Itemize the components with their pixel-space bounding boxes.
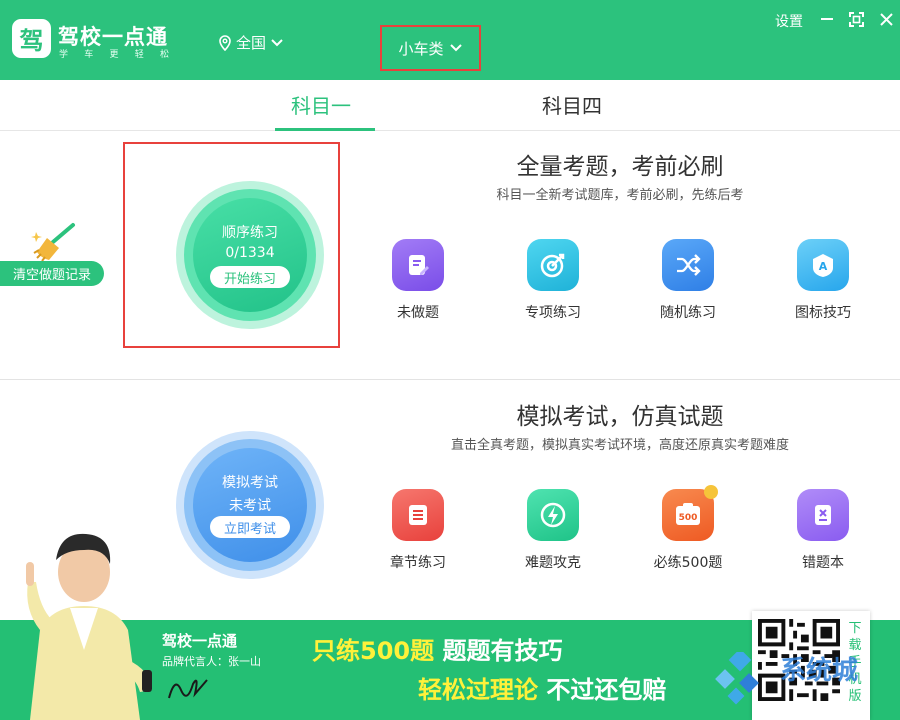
chevron-down-icon (271, 38, 283, 46)
feature-label: 错题本 (802, 555, 844, 571)
vehicle-type-label: 小车类 (398, 39, 444, 58)
feature-label: 专项练习 (525, 305, 581, 321)
location-pin-icon (219, 34, 231, 51)
feature-label: 难题攻克 (525, 555, 581, 571)
region-label: 全国 (236, 34, 267, 52)
chevron-down-icon (449, 44, 462, 52)
practice-progress: 0/1334 (225, 245, 275, 261)
close-button[interactable] (879, 12, 894, 27)
must-practice-500-button[interactable]: 500 必练500题 (643, 485, 733, 572)
section-divider (0, 379, 900, 380)
download-char: 下 (848, 621, 862, 636)
section-title: 模拟考试，仿真试题 (516, 404, 724, 430)
feature-label: 章节练习 (390, 555, 446, 571)
feature-label: 未做题 (397, 305, 439, 321)
subtitle-char: 车 (84, 50, 94, 60)
random-practice-button[interactable]: 随机练习 (643, 239, 733, 322)
feature-label: 图标技巧 (795, 305, 851, 321)
feature-label: 必练500题 (653, 555, 723, 571)
broom-icon (31, 223, 75, 262)
section-title: 全量考题，考前必刷 (516, 154, 724, 180)
subtitle-char: 学 (59, 50, 69, 60)
title-bar: 驾 驾校一点通 学 车 更 轻 松 全国 小车类 设置 (0, 0, 900, 80)
banner-brand: 驾校一点通 (162, 632, 238, 650)
vehicle-type-selector[interactable]: 小车类 (380, 25, 481, 71)
slogan-highlight: 只练500题 (312, 637, 435, 665)
svg-text:A: A (819, 260, 828, 273)
unanswered-button[interactable]: 未做题 (373, 239, 463, 322)
hard-questions-button[interactable]: 难题攻克 (508, 489, 598, 572)
spokesperson-image (26, 533, 152, 720)
banner-spokesperson: 品牌代言人：张一山 (162, 655, 261, 668)
bolt-icon (527, 489, 579, 541)
minimize-button[interactable] (821, 18, 833, 20)
edit-doc-icon (392, 239, 444, 291)
settings-button[interactable]: 设置 (775, 11, 803, 31)
list-icon (392, 489, 444, 541)
download-char: 版 (848, 689, 862, 704)
slogan-text: 题题有技巧 (442, 637, 563, 665)
start-exam-button[interactable]: 立即考试 (210, 516, 290, 538)
subtitle-char: 松 (159, 50, 169, 60)
sign-icon: A (797, 239, 849, 291)
subject-tabs: 科目一 科目四 (0, 80, 900, 131)
tab-subject-four[interactable]: 科目四 (542, 90, 602, 119)
watermark-logo-icon (715, 652, 759, 705)
sequential-practice-title: 顺序练习 (222, 225, 278, 241)
watermark-text: 系统城 (780, 656, 859, 686)
star-badge-icon (704, 485, 718, 499)
fullscreen-button[interactable] (849, 12, 864, 27)
tab-subject-one[interactable]: 科目一 (291, 90, 351, 119)
active-tab-indicator (275, 128, 375, 131)
target-icon (527, 239, 579, 291)
slogan-text: 不过还包赔 (546, 676, 667, 704)
feature-label: 随机练习 (660, 305, 716, 321)
svg-text:500: 500 (679, 513, 698, 523)
sign-tips-button[interactable]: A 图标技巧 (778, 239, 868, 322)
app-logo: 驾 (12, 19, 51, 58)
500-icon: 500 (662, 485, 718, 541)
wrong-book-icon (797, 489, 849, 541)
banner-slogan-2: 轻松过理论 不过还包赔 (418, 670, 666, 705)
special-practice-button[interactable]: 专项练习 (508, 239, 598, 322)
chapter-practice-button[interactable]: 章节练习 (373, 489, 463, 572)
section-subtitle: 直击全真考题，模拟真实考试环境，高度还原真实考题难度 (450, 438, 789, 453)
subtitle-char: 轻 (134, 50, 144, 60)
mock-exam-title: 模拟考试 (222, 475, 278, 491)
slogan-highlight: 轻松过理论 (418, 676, 538, 704)
section-subtitle: 科目一全新考试题库，考前必刷，先练后考 (496, 188, 744, 203)
banner-slogan-1: 只练500题 题题有技巧 (312, 631, 562, 666)
start-practice-button[interactable]: 开始练习 (210, 266, 290, 288)
region-selector[interactable]: 全国 (218, 32, 284, 53)
subtitle-char: 更 (109, 50, 119, 60)
exam-status: 未考试 (229, 498, 271, 514)
signature-image (168, 679, 208, 699)
shuffle-icon (662, 239, 714, 291)
logo-char: 驾 (19, 27, 44, 55)
wrong-questions-button[interactable]: 错题本 (778, 489, 868, 572)
app-subtitle: 学 车 更 轻 松 (59, 47, 169, 60)
clear-records-button[interactable]: 清空做题记录 (0, 261, 104, 286)
